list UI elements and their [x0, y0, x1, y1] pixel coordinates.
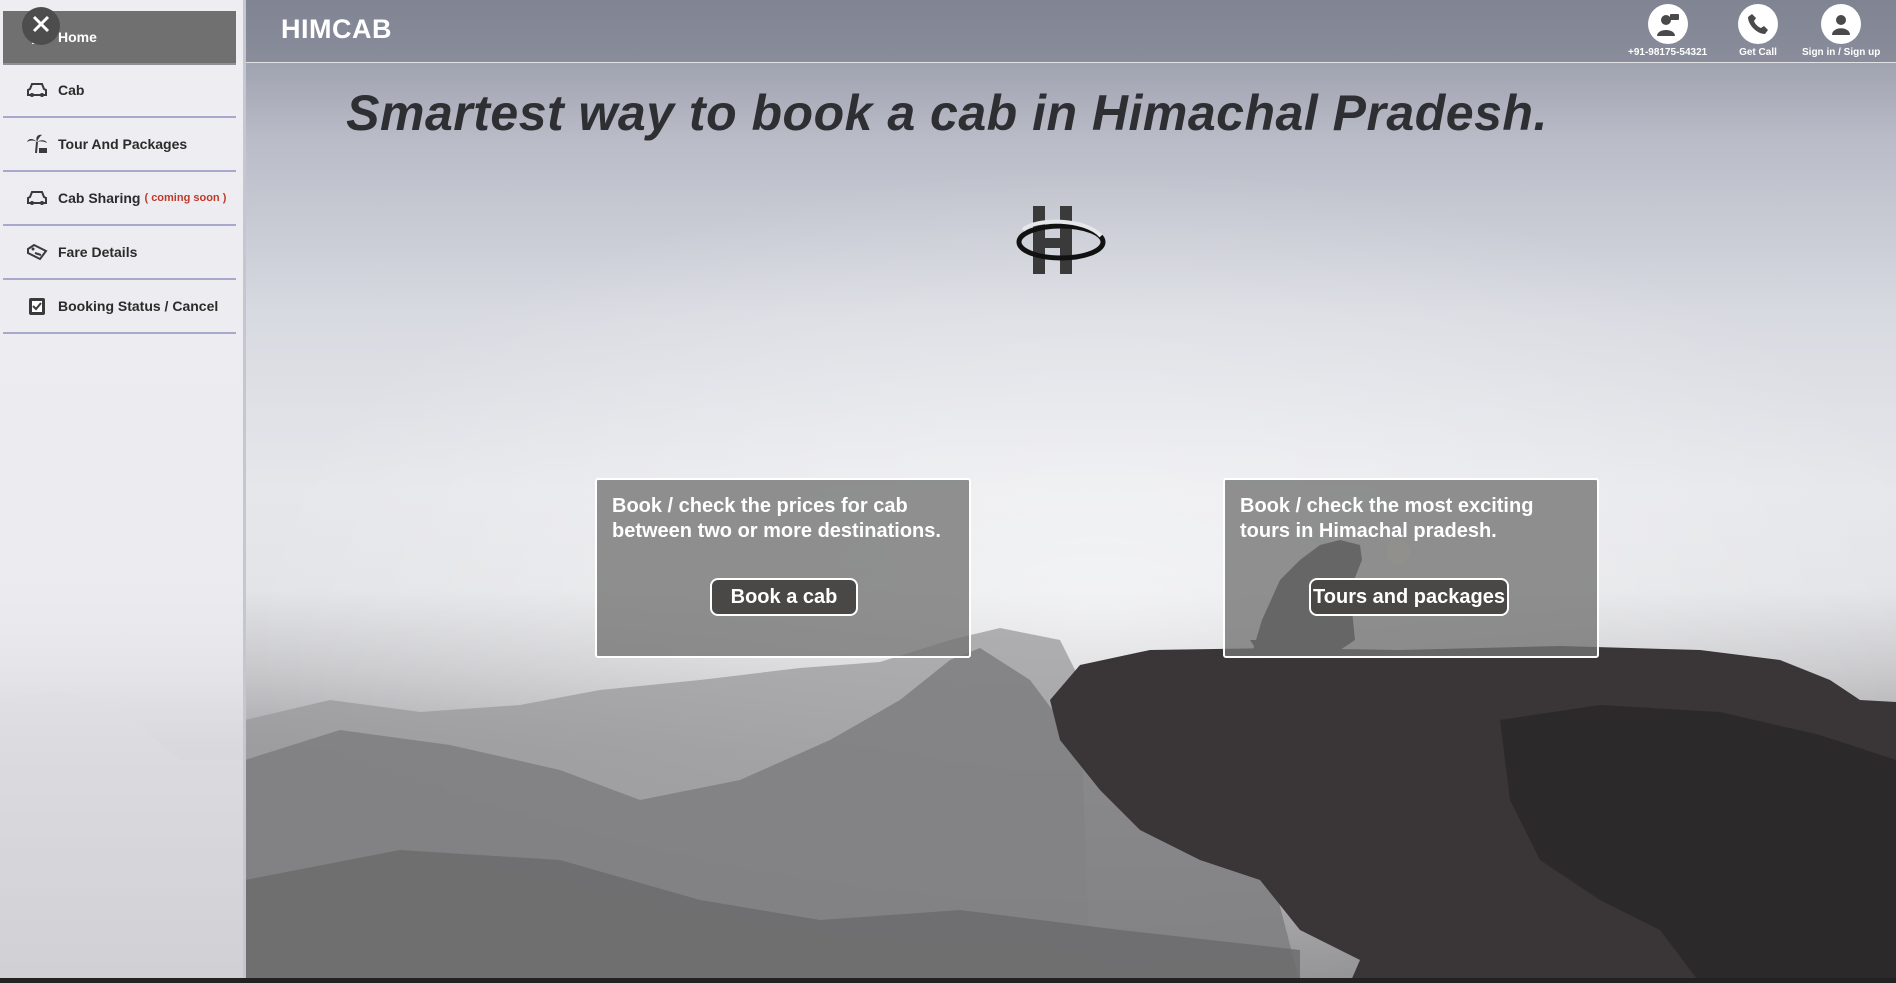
page-headline: Smartest way to book a cab in Himachal P… [346, 85, 1548, 141]
cab-booking-description: Book / check the prices for cab between … [612, 495, 941, 542]
user-icon [1821, 4, 1862, 44]
tours-card: Book / check the most exciting tours in … [1223, 478, 1599, 658]
sidebar-item-label: Home [58, 29, 97, 45]
tours-description: Book / check the most exciting tours in … [1240, 495, 1534, 542]
price-tag-icon [25, 240, 49, 264]
tours-and-packages-button[interactable]: Tours and packages [1309, 578, 1509, 616]
get-call-button[interactable]: Get Call [1738, 4, 1778, 58]
sidebar-item-cab[interactable]: Cab [3, 64, 236, 118]
checklist-icon [25, 294, 49, 318]
sidebar-item-booking-status[interactable]: Booking Status / Cancel [3, 280, 236, 334]
support-agent-icon [1647, 4, 1688, 44]
sidebar-item-cab-sharing[interactable]: Cab Sharing ( coming soon ) [3, 172, 236, 226]
car-icon [25, 78, 49, 102]
window-bottom-edge [0, 978, 1896, 983]
sidebar-item-label: Cab [58, 82, 85, 98]
himcab-logo-icon [1015, 200, 1107, 285]
car-icon [25, 186, 49, 210]
sidebar-item-label: Booking Status / Cancel [58, 298, 219, 314]
contact-number-label: +91-98175-54321 [1628, 47, 1708, 58]
sidebar-item-label: Fare Details [58, 244, 138, 260]
close-icon [32, 15, 50, 38]
phone-icon [1738, 4, 1778, 44]
sidebar-item-fare-details[interactable]: Fare Details [3, 226, 236, 280]
coming-soon-badge: ( coming soon ) [144, 192, 227, 204]
get-call-label: Get Call [1739, 47, 1777, 58]
brand-logo-text[interactable]: HIMCAB [281, 14, 392, 45]
close-menu-button[interactable] [22, 7, 60, 45]
sign-in-button[interactable]: Sign in / Sign up [1802, 4, 1880, 58]
cab-booking-card: Book / check the prices for cab between … [595, 478, 971, 658]
sign-in-label: Sign in / Sign up [1802, 47, 1881, 58]
sidebar-item-label: Cab Sharing [58, 190, 141, 206]
palm-tree-icon [25, 132, 49, 156]
sidebar-item-label: Tour And Packages [58, 136, 188, 152]
side-navigation-menu: Home Cab Tour And Packages Cab Sharing (… [0, 0, 246, 983]
sidebar-item-tour-and-packages[interactable]: Tour And Packages [3, 118, 236, 172]
book-a-cab-button[interactable]: Book a cab [710, 578, 858, 616]
contact-number-button[interactable]: +91-98175-54321 [1628, 4, 1707, 58]
